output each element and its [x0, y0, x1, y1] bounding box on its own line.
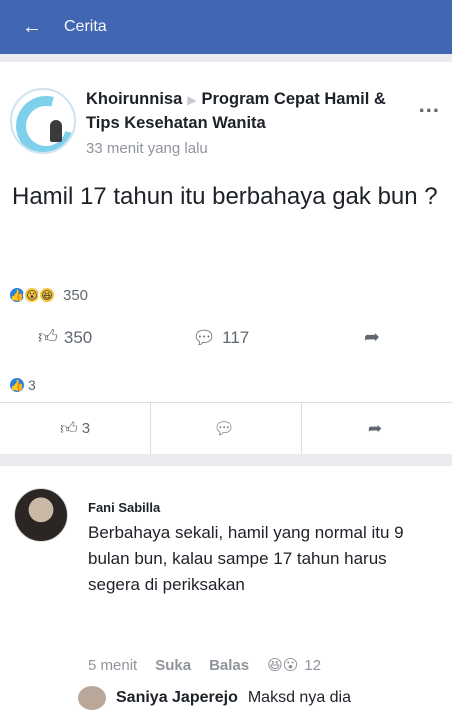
speech-bubble-icon: 💬︎ — [192, 328, 217, 349]
post-action-buttons: 👍︎ 3 💬︎ ➦ — [0, 402, 452, 454]
triangle-right-icon: ▶ — [187, 93, 197, 107]
like-stat[interactable]: 👍︎ 350 — [38, 326, 92, 349]
avatar-logo-swirl — [12, 90, 74, 152]
more-dots-icon[interactable]: ... — [419, 92, 440, 118]
comment-stat[interactable]: 💬︎ 117 — [192, 326, 249, 350]
reaction-summary[interactable]: 👍 😮 😆 350 — [8, 283, 88, 307]
like-button[interactable]: 👍︎ 3 — [0, 403, 151, 454]
post-header: Khoirunnisa ▶ Program Cepat Hamil & Tips K… — [10, 84, 442, 174]
comment-like-link[interactable]: Suka — [155, 657, 191, 674]
comment-meta: 5 menit Suka Balas 😆😮 12 — [88, 656, 418, 675]
share-button[interactable]: ➦ — [302, 403, 452, 454]
post-author-line: Khoirunnisa ▶ Program Cepat Hamil & Tips K… — [86, 88, 406, 135]
top-bar: ← Cerita — [0, 0, 452, 54]
reply-avatar — [78, 686, 106, 710]
thumb-up-icon: 👍︎ — [38, 327, 58, 348]
reply-author[interactable]: Saniya Japerejo — [116, 689, 238, 707]
post-card: Khoirunnisa ▶ Program Cepat Hamil & Tips K… — [0, 62, 452, 454]
reply-text: Maksd nya dia — [247, 689, 352, 706]
avatar-logo-figure — [50, 120, 62, 142]
like-reaction-icon: 👍 — [8, 376, 26, 394]
post-timestamp[interactable]: 33 menit yang lalu — [86, 140, 208, 157]
post-text: Hamil 17 tahun itu berbahaya gak bun ? — [12, 183, 438, 210]
author-avatar[interactable] — [10, 88, 76, 154]
comment-button[interactable]: 💬︎ — [151, 403, 302, 454]
comment-time: 5 menit — [88, 656, 138, 674]
comment-count: 117 — [222, 328, 250, 347]
reaction-count: 350 — [63, 286, 89, 304]
reply-preview[interactable]: Saniya Japerejo Maksd nya dia — [78, 686, 448, 710]
thumb-up-icon: 👍︎ — [59, 419, 78, 438]
comment-reply-link[interactable]: Balas — [209, 657, 249, 674]
share-arrow-icon: ➦ — [364, 327, 380, 348]
like-button-count: 3 — [81, 420, 91, 437]
reaction-count-2: 3 — [28, 377, 36, 393]
share-stat[interactable]: ➦ — [364, 326, 386, 349]
topbar-title: Cerita — [64, 18, 107, 35]
post-author-name[interactable]: Khoirunnisa — [86, 90, 182, 108]
comment-text: Berbahaya sekali, hamil yang normal itu … — [88, 523, 404, 594]
reaction-summary-2[interactable]: 👍 3 — [8, 376, 36, 394]
share-arrow-icon: ➦ — [367, 418, 383, 438]
commenter-avatar[interactable] — [14, 488, 68, 542]
reaction-emoji-icon: 😆😮 — [267, 657, 299, 674]
comments-section: Fani Sabilla Berbahaya sekali, hamil yan… — [0, 466, 452, 712]
post-stats-row: 👍︎ 350 💬︎ 117 ➦ — [0, 320, 452, 360]
back-arrow-icon[interactable]: ← — [22, 16, 46, 39]
comment-reaction-count[interactable]: 12 — [304, 657, 321, 674]
haha-reaction-icon: 😆 — [38, 286, 56, 304]
commenter-name[interactable]: Fani Sabilla — [88, 500, 160, 515]
speech-bubble-icon: 💬︎ — [213, 418, 235, 438]
like-count: 350 — [63, 327, 93, 347]
